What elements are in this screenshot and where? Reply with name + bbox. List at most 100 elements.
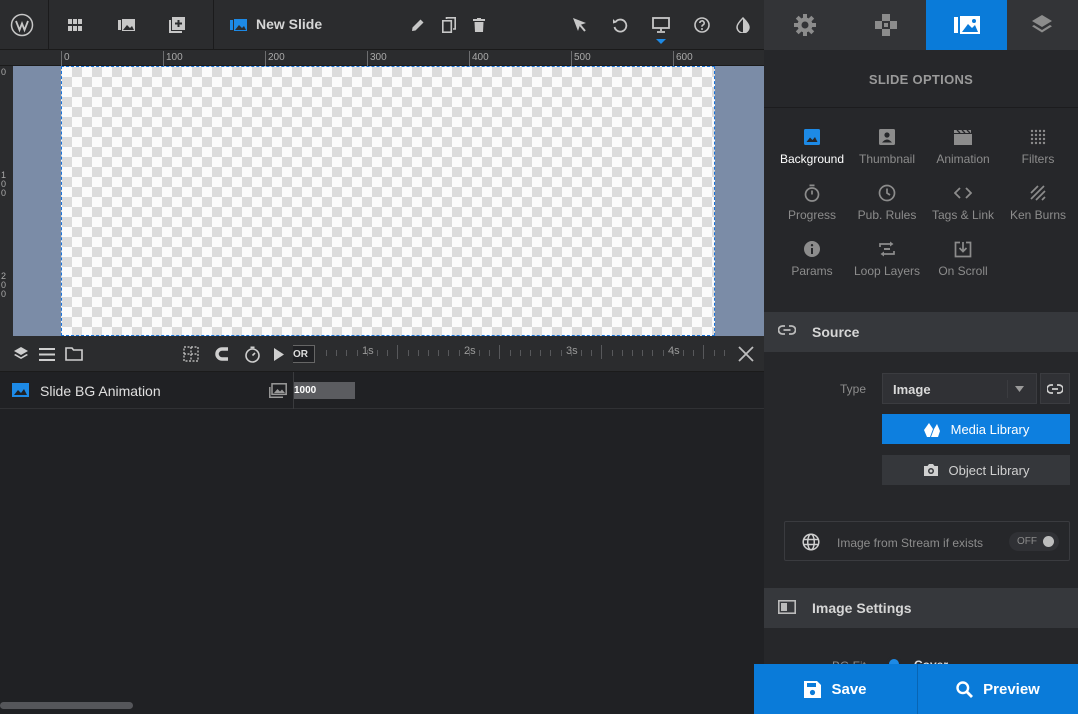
ruler-label: 600	[676, 52, 693, 63]
slides-icon[interactable]	[114, 13, 138, 37]
option-label: Pub. Rules	[857, 208, 917, 222]
slider-grid-icon[interactable]	[63, 13, 87, 37]
link-icon[interactable]	[1040, 373, 1070, 404]
add-slide-icon[interactable]	[165, 13, 189, 37]
timeline-start-marker[interactable]: OR	[293, 345, 315, 363]
close-icon[interactable]	[737, 345, 755, 363]
timeline-toolbar: OR 1s 2s 3s 4s	[0, 336, 764, 372]
edit-pencil-icon[interactable]	[406, 13, 430, 37]
option-on-scroll[interactable]: On Scroll	[925, 239, 1001, 285]
tab-slide-options[interactable]	[926, 0, 1007, 50]
timeline-tick	[571, 350, 572, 356]
option-tags-link[interactable]: Tags & Link	[925, 183, 1001, 229]
layer-duration-bar[interactable]: 1000	[294, 382, 355, 399]
slide-canvas[interactable]	[61, 66, 715, 336]
timeline-tick	[673, 350, 674, 356]
timeline-tick	[479, 350, 480, 356]
horizontal-scrollbar[interactable]	[0, 702, 133, 709]
timeline-tick	[459, 350, 460, 356]
option-progress[interactable]: Progress	[774, 183, 850, 229]
device-caret-icon[interactable]	[656, 39, 666, 44]
timeline-tick	[438, 350, 439, 356]
timeline-tick	[499, 345, 500, 359]
option-params[interactable]: Params	[774, 239, 850, 285]
object-library-label: Object Library	[948, 462, 1030, 478]
ruler-tick	[673, 51, 674, 66]
option-ken-burns[interactable]: Ken Burns	[1000, 183, 1076, 229]
timeline-tick	[714, 350, 715, 356]
object-library-button[interactable]: Object Library	[882, 455, 1070, 485]
save-button[interactable]: Save	[754, 664, 917, 714]
image-settings-section-header[interactable]: Image Settings	[764, 588, 1078, 628]
option-label: Ken Burns	[1009, 208, 1067, 222]
select-divider	[1007, 380, 1008, 398]
desktop-view-icon[interactable]	[649, 13, 673, 37]
duplicate-icon[interactable]	[437, 13, 461, 37]
option-thumbnail[interactable]: Thumbnail	[849, 127, 925, 173]
slide-icon	[226, 13, 250, 37]
timeline-tick	[418, 350, 419, 356]
option-label: Tags & Link	[931, 208, 995, 222]
ruler-tick	[367, 51, 368, 66]
option-animation[interactable]: Animation	[925, 127, 1001, 173]
grid-select-icon[interactable]	[182, 345, 200, 363]
timeline-tick	[693, 350, 694, 356]
magnet-icon[interactable]	[213, 345, 231, 363]
option-label: Progress	[787, 208, 837, 222]
tab-settings[interactable]	[764, 0, 845, 50]
slider-editor: New Slide 0 100 200 300 400 500 600 0 1 …	[0, 0, 1078, 714]
image-icon	[802, 127, 822, 147]
option-pub-rules[interactable]: Pub. Rules	[849, 183, 925, 229]
tab-layers[interactable]	[1007, 0, 1077, 50]
tab-navigation[interactable]	[845, 0, 926, 50]
timeline-tick	[520, 350, 521, 356]
play-icon[interactable]	[270, 345, 288, 363]
layer-row[interactable]: Slide BG Animation	[0, 372, 764, 409]
slide-options-panel: SLIDE OPTIONS Background Thumbnail Anima…	[764, 50, 1078, 714]
link-icon	[778, 324, 796, 340]
contrast-icon[interactable]	[731, 13, 755, 37]
timeline-tick	[663, 350, 664, 356]
timeline-tick	[469, 350, 470, 356]
option-label: Background	[779, 152, 845, 166]
media-library-button[interactable]: Media Library	[882, 414, 1070, 444]
slide-options-icon	[953, 16, 980, 34]
help-icon[interactable]	[690, 13, 714, 37]
image-settings-icon	[778, 600, 796, 616]
source-section-header[interactable]: Source	[764, 312, 1078, 352]
vertical-ruler: 0 1 0 0 2 0 0	[0, 66, 13, 336]
option-label: On Scroll	[938, 264, 988, 278]
stream-toggle[interactable]: OFF	[1009, 532, 1059, 551]
timeline-tick	[357, 350, 358, 356]
toggle-state: OFF	[1017, 536, 1037, 547]
folder-icon[interactable]	[65, 345, 83, 363]
chevron-down-icon	[1015, 386, 1024, 392]
trash-icon[interactable]	[467, 13, 491, 37]
ken-burns-icon	[1028, 183, 1048, 203]
cursor-icon[interactable]	[567, 13, 591, 37]
option-loop-layers[interactable]: Loop Layers	[849, 239, 925, 285]
timer-icon[interactable]	[243, 345, 261, 363]
option-label: Filters	[1021, 152, 1055, 166]
toolbar-divider	[213, 0, 214, 50]
layer-images-icon[interactable]	[269, 383, 287, 398]
timeline-tick	[489, 350, 490, 356]
timeline-tick	[622, 350, 623, 356]
timeline-tick	[540, 350, 541, 356]
option-filters[interactable]: Filters	[1000, 127, 1076, 173]
timeline-tick	[377, 350, 378, 356]
timeline-tick	[632, 350, 633, 356]
option-background[interactable]: Background	[774, 127, 850, 173]
undo-icon[interactable]	[608, 13, 632, 37]
preview-label: Preview	[983, 680, 1040, 698]
type-select[interactable]: Image	[882, 373, 1037, 404]
timeline-tick	[336, 350, 337, 356]
preview-button[interactable]: Preview	[918, 664, 1078, 714]
ruler-tick	[163, 51, 164, 66]
clock-icon	[877, 183, 897, 203]
layers-icon[interactable]	[12, 345, 30, 363]
wordpress-icon[interactable]	[10, 13, 34, 37]
ruler-tick	[61, 51, 62, 66]
list-icon[interactable]	[38, 345, 56, 363]
slide-title[interactable]: New Slide	[256, 16, 322, 32]
